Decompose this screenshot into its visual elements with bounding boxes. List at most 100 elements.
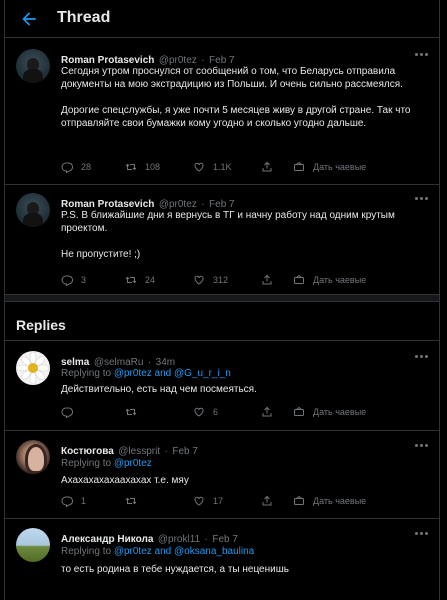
heart-icon — [194, 496, 204, 506]
replying-prefix: Replying to — [61, 458, 112, 469]
avatar[interactable] — [16, 351, 50, 385]
reply-count: 1 — [81, 496, 87, 506]
share-icon — [262, 406, 272, 417]
like-button[interactable]: 312 — [193, 274, 228, 286]
more-options-icon[interactable] — [415, 532, 429, 536]
reply-count: 28 — [81, 162, 92, 172]
reply-button[interactable] — [61, 406, 81, 418]
retweet-count: 108 — [145, 162, 161, 172]
tip-label: Дать чаевые — [313, 275, 367, 285]
share-icon — [262, 495, 272, 506]
tip-button[interactable]: Дать чаевые — [293, 274, 366, 286]
tweet-actions: 1 17 Дать чаевые — [61, 495, 401, 511]
back-arrow-icon[interactable] — [19, 9, 39, 29]
heart-icon — [194, 275, 204, 285]
author-name[interactable]: Александр Никола — [61, 534, 153, 545]
like-button[interactable]: 6 — [193, 406, 218, 418]
retweet-button[interactable]: 24 — [125, 274, 155, 286]
retweet-icon — [125, 408, 137, 416]
reply-1[interactable]: selma @selmaRu · 34m Replying to @pr0tez… — [5, 341, 439, 431]
tip-button[interactable]: Дать чаевые — [293, 406, 366, 418]
reply-button[interactable]: 3 — [61, 274, 86, 286]
retweet-icon — [125, 163, 137, 171]
thread-column: Thread Roman Protasevich @pr0tez · Feb 7… — [4, 0, 440, 600]
more-options-icon[interactable] — [415, 197, 429, 201]
author-handle[interactable]: @prokl11 — [158, 534, 200, 545]
author-handle[interactable]: @lessprit — [118, 446, 160, 457]
retweet-icon — [125, 497, 137, 505]
tip-label: Дать чаевые — [313, 496, 367, 506]
replies-heading: Replies — [16, 317, 66, 333]
more-options-icon[interactable] — [415, 53, 429, 57]
replying-prefix: Replying to — [61, 546, 112, 557]
tweet-header: Александр Никола @prokl11 · Feb 7 — [61, 529, 238, 547]
share-button[interactable] — [261, 406, 281, 418]
reply-button[interactable]: 1 — [61, 495, 86, 507]
retweet-button[interactable] — [125, 495, 145, 507]
share-button[interactable] — [261, 161, 281, 173]
tip-icon — [294, 495, 304, 505]
app-frame: Thread Roman Protasevich @pr0tez · Feb 7… — [0, 0, 447, 600]
daisy-avatar-image — [16, 351, 50, 385]
share-button[interactable] — [261, 495, 281, 507]
like-button[interactable]: 17 — [193, 495, 223, 507]
separator: · — [164, 446, 168, 457]
share-icon — [262, 274, 272, 285]
tip-icon — [294, 274, 304, 284]
avatar[interactable] — [16, 49, 50, 83]
thread-tweet-1[interactable]: Roman Protasevich @pr0tez · Feb 7 Сегодн… — [5, 39, 439, 184]
tip-label: Дать чаевые — [313, 162, 367, 172]
mention-links[interactable]: @pr0tez — [114, 458, 152, 469]
mention-links[interactable]: @pr0tez and @oksana_baulina — [114, 546, 254, 557]
author-name[interactable]: Костюгова — [61, 446, 114, 457]
tip-label: Дать чаевые — [313, 407, 367, 417]
separator: · — [204, 534, 208, 545]
reply-icon — [61, 407, 73, 418]
tweet-text: то есть родина в тебе нуждается, а ты не… — [61, 564, 289, 575]
tweet-actions: 3 24 312 Дать чаевые — [61, 274, 401, 290]
tweet-actions: 6 Дать чаевые — [61, 406, 401, 422]
avatar[interactable] — [16, 440, 50, 474]
like-count: 312 — [213, 275, 229, 285]
reply-2[interactable]: Костюгова @lessprit · Feb 7 Replying to … — [5, 431, 439, 519]
like-button[interactable]: 1.1K — [193, 161, 232, 173]
replying-to: Replying to @pr0tez and @G_u_r_i_n — [61, 368, 231, 379]
tweet-text: Действительно, есть над чем посмеяться. — [61, 384, 257, 395]
author-handle[interactable]: @selmaRu — [94, 357, 144, 368]
tweet-text: P.S. В ближайшие дни я вернусь в ТГ и на… — [61, 210, 395, 260]
share-icon — [262, 161, 272, 172]
mention-links[interactable]: @pr0tez and @G_u_r_i_n — [114, 368, 231, 379]
share-button[interactable] — [261, 274, 281, 286]
more-options-icon[interactable] — [415, 444, 429, 448]
section-separator — [5, 294, 439, 302]
tweet-date[interactable]: Feb 7 — [172, 446, 198, 457]
more-options-icon[interactable] — [415, 355, 429, 359]
heart-icon — [194, 162, 204, 172]
retweet-icon — [125, 276, 137, 284]
tweet-header: Костюгова @lessprit · Feb 7 — [61, 441, 198, 459]
retweet-button[interactable] — [125, 406, 145, 418]
replying-prefix: Replying to — [61, 368, 112, 379]
author-name[interactable]: selma — [61, 357, 89, 368]
tip-button[interactable]: Дать чаевые — [293, 495, 366, 507]
tip-icon — [294, 161, 304, 171]
heart-icon — [194, 407, 204, 417]
tip-icon — [294, 406, 304, 416]
reply-icon — [61, 162, 73, 173]
retweet-button[interactable]: 108 — [125, 161, 160, 173]
reply-count: 3 — [81, 275, 87, 285]
tip-button[interactable]: Дать чаевые — [293, 161, 366, 173]
reply-icon — [61, 275, 73, 286]
reply-button[interactable]: 28 — [61, 161, 91, 173]
reply-3[interactable]: Александр Никола @prokl11 · Feb 7 Replyi… — [5, 519, 439, 600]
avatar[interactable] — [16, 528, 50, 562]
page-title: Thread — [57, 9, 111, 26]
thread-tweet-2[interactable]: Roman Protasevich @pr0tez · Feb 7 P.S. В… — [5, 185, 439, 293]
tweet-date[interactable]: Feb 7 — [212, 534, 238, 545]
avatar[interactable] — [16, 193, 50, 227]
tweet-date[interactable]: 34m — [156, 357, 175, 368]
thread-header: Thread — [5, 0, 439, 38]
reply-icon — [61, 496, 73, 507]
like-count: 6 — [213, 407, 219, 417]
tweet-text: Ахахахахахаахахах т.е. мяу — [61, 475, 189, 486]
